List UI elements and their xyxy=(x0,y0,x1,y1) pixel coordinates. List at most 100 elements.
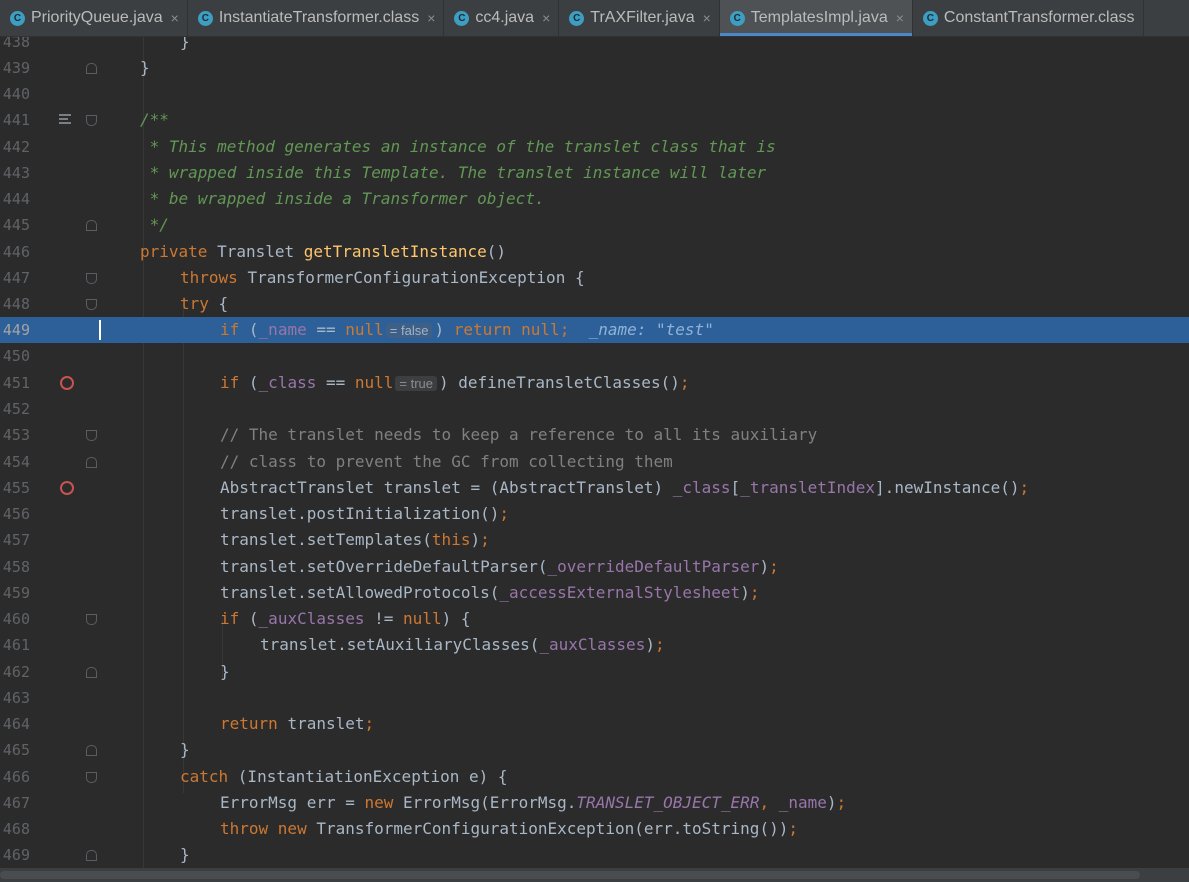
line-number[interactable]: 451 xyxy=(0,370,30,396)
line-number[interactable]: 468 xyxy=(0,816,30,842)
code-text: } xyxy=(180,37,190,51)
fold-end-icon[interactable] xyxy=(86,667,97,678)
line-number[interactable]: 447 xyxy=(0,265,30,291)
current-execution-line[interactable]: 449 if (_name == null = false) return null… xyxy=(0,317,1189,343)
code-editor[interactable]: 438} 439} 440 441/** 442 * This method gener… xyxy=(0,37,1189,868)
code-line[interactable]: 441 /** xyxy=(0,107,1189,133)
fold-end-icon[interactable] xyxy=(86,850,97,861)
tab-templatesimpl-java[interactable]: C TemplatesImpl.java × xyxy=(719,0,913,36)
code-text: translet.setAllowedProtocols(_accessExte… xyxy=(220,583,760,602)
line-number[interactable]: 469 xyxy=(0,842,30,868)
code-line[interactable]: 444 * be wrapped inside a Transformer ob… xyxy=(0,186,1189,212)
line-number[interactable]: 458 xyxy=(0,554,30,580)
close-tab-icon[interactable]: × xyxy=(427,10,435,26)
line-number[interactable]: 442 xyxy=(0,134,30,160)
code-line[interactable]: 450 xyxy=(0,343,1189,369)
fold-start-icon[interactable] xyxy=(86,614,97,625)
line-number[interactable]: 461 xyxy=(0,632,30,658)
fold-start-icon[interactable] xyxy=(86,299,97,310)
code-line[interactable]: 462} xyxy=(0,659,1189,685)
fold-end-icon[interactable] xyxy=(86,63,97,74)
breakpoint-icon[interactable] xyxy=(60,376,74,390)
line-number[interactable]: 459 xyxy=(0,580,30,606)
code-line[interactable]: 438} xyxy=(0,37,1189,55)
code-line[interactable]: 457 translet.setTemplates(this); xyxy=(0,527,1189,553)
code-line[interactable]: 460 if (_auxClasses != null) { xyxy=(0,606,1189,632)
code-line[interactable]: 454 // class to prevent the GC from colle… xyxy=(0,449,1189,475)
code-line[interactable]: 455 AbstractTranslet translet = (Abstract… xyxy=(0,475,1189,501)
line-number[interactable]: 448 xyxy=(0,291,30,317)
tab-priorityqueue-java[interactable]: C PriorityQueue.java × xyxy=(0,0,188,36)
line-number[interactable]: 466 xyxy=(0,764,30,790)
code-line[interactable]: 439} xyxy=(0,55,1189,81)
code-line[interactable]: 468 throw new TransformerConfigurationExc… xyxy=(0,816,1189,842)
breakpoint-icon[interactable] xyxy=(60,481,74,495)
close-tab-icon[interactable]: × xyxy=(896,10,904,26)
fold-end-icon[interactable] xyxy=(86,745,97,756)
code-line[interactable]: 446 private Translet getTransletInstance(… xyxy=(0,239,1189,265)
fold-start-icon[interactable] xyxy=(86,772,97,783)
code-line[interactable]: 445 */ xyxy=(0,212,1189,238)
line-number[interactable]: 454 xyxy=(0,449,30,475)
code-line[interactable]: 453 // The translet needs to keep a refer… xyxy=(0,422,1189,448)
line-number[interactable]: 450 xyxy=(0,343,30,369)
tab-traxfilter-java[interactable]: C TrAXFilter.java × xyxy=(559,0,720,36)
code-line[interactable]: 452 xyxy=(0,396,1189,422)
code-text: private Translet getTransletInstance() xyxy=(140,242,507,261)
line-number[interactable]: 444 xyxy=(0,186,30,212)
code-line[interactable]: 463 xyxy=(0,685,1189,711)
line-number[interactable]: 449 xyxy=(0,317,30,343)
tab-instantiatetransformer-class[interactable]: C InstantiateTransformer.class × xyxy=(188,0,445,36)
line-number[interactable]: 443 xyxy=(0,160,30,186)
code-line[interactable]: 469} xyxy=(0,842,1189,868)
scrollbar-thumb[interactable] xyxy=(0,871,1140,879)
line-number[interactable]: 465 xyxy=(0,737,30,763)
code-line[interactable]: 443 * wrapped inside this Template. The … xyxy=(0,160,1189,186)
line-number[interactable]: 445 xyxy=(0,212,30,238)
tab-cc4-java[interactable]: Ccc4.java × xyxy=(444,0,560,36)
close-tab-icon[interactable]: × xyxy=(171,10,179,26)
close-tab-icon[interactable]: × xyxy=(703,10,711,26)
line-number[interactable]: 457 xyxy=(0,527,30,553)
code-line[interactable]: 448 try { xyxy=(0,291,1189,317)
fold-end-icon[interactable] xyxy=(86,457,97,468)
fold-start-icon[interactable] xyxy=(86,273,97,284)
code-line[interactable]: 464 return translet; xyxy=(0,711,1189,737)
code-line[interactable]: 442 * This method generates an instance … xyxy=(0,134,1189,160)
line-number[interactable]: 467 xyxy=(0,790,30,816)
line-number[interactable]: 438 xyxy=(0,37,30,55)
code-line[interactable]: 458 translet.setOverrideDefaultParser(_ov… xyxy=(0,554,1189,580)
fold-start-icon[interactable] xyxy=(86,115,97,126)
code-line[interactable]: 467 ErrorMsg err = new ErrorMsg(ErrorMsg.… xyxy=(0,790,1189,816)
tab-constanttransformer-class[interactable]: C ConstantTransformer.class xyxy=(913,0,1144,36)
line-number[interactable]: 460 xyxy=(0,606,30,632)
line-number[interactable]: 439 xyxy=(0,55,30,81)
code-line[interactable]: 465} xyxy=(0,737,1189,763)
code-line[interactable]: 440 xyxy=(0,81,1189,107)
code-line[interactable]: 456 translet.postInitialization(); xyxy=(0,501,1189,527)
line-number[interactable]: 464 xyxy=(0,711,30,737)
line-number[interactable]: 441 xyxy=(0,107,30,133)
line-number[interactable]: 452 xyxy=(0,396,30,422)
code-line[interactable]: 447 throws TransformerConfigurationExcept… xyxy=(0,265,1189,291)
line-number[interactable]: 462 xyxy=(0,659,30,685)
line-number[interactable]: 440 xyxy=(0,81,30,107)
render-doc-icon[interactable] xyxy=(59,114,71,126)
fold-start-icon[interactable] xyxy=(86,430,97,441)
code-text: } xyxy=(180,740,190,759)
horizontal-scrollbar[interactable] xyxy=(0,868,1189,882)
class-file-icon: C xyxy=(922,10,938,26)
code-line[interactable]: 451 if (_class == null = true) defineTrans… xyxy=(0,370,1189,396)
line-number[interactable]: 446 xyxy=(0,239,30,265)
code-text: try { xyxy=(180,294,229,313)
code-line[interactable]: 461 translet.setAuxiliaryClasses(_auxClas… xyxy=(0,632,1189,658)
line-number[interactable]: 455 xyxy=(0,475,30,501)
line-number[interactable]: 456 xyxy=(0,501,30,527)
code-line[interactable]: 459 translet.setAllowedProtocols(_accessE… xyxy=(0,580,1189,606)
line-number[interactable]: 453 xyxy=(0,422,30,448)
code-line[interactable]: 466 catch (InstantiationException e) { xyxy=(0,764,1189,790)
fold-end-icon[interactable] xyxy=(86,220,97,231)
debug-inline-value: _name: "test" xyxy=(588,320,714,339)
close-tab-icon[interactable]: × xyxy=(542,10,550,26)
line-number[interactable]: 463 xyxy=(0,685,30,711)
